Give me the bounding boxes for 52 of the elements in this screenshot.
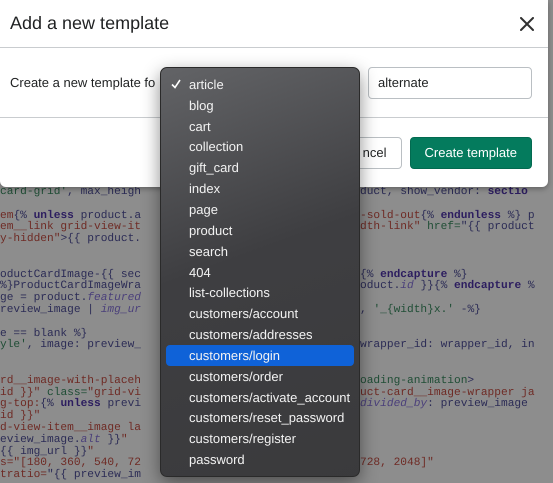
close-icon[interactable] [520,16,534,30]
menu-item[interactable]: cart [166,116,354,137]
code-text: ge = product.featured [0,293,141,304]
code-text: 728, 2048]" [360,458,434,470]
code-text: uct-card__image-wrapper ja [360,388,535,399]
code-text: -sold-out{% endunless %} p [360,210,535,222]
menu-item[interactable]: article [166,74,354,95]
code-text: review_image | img_ur [0,304,142,317]
code-text: , '_{width}x.' -%} [360,304,481,317]
menu-item[interactable]: customers/activate_account [166,386,354,408]
dialog-title: Add a new template [10,13,170,34]
code-text: s="[180, 360, 540, 72 [0,458,141,470]
menu-item[interactable]: customers/order [166,366,354,387]
code-text: oductCardImage-{{ sec [0,270,141,281]
name-input[interactable]: alternate [368,66,532,98]
menu-item[interactable]: index [166,178,354,200]
code-text: id }}" class="grid-vi [0,388,142,399]
code-text: {{ img_url }}" [0,446,94,458]
menu-item[interactable]: list-collections [166,282,354,304]
code-text: card-grid', max_heigh [0,187,141,199]
menu-item[interactable]: customers/account [166,303,354,324]
code-text: y-hidden">{{ product. [0,234,142,246]
code-text: duct, show_vendor: sectio [360,187,528,199]
code-text: em__link grid-view-it [0,222,141,234]
code-text: g-top:{% unless previ [0,399,142,410]
menu-item[interactable]: 404 [166,262,354,282]
code-text: %}ProductCardImageWra [0,281,141,292]
code-text: yle', image: preview_ [0,340,141,352]
code-text: em{% unless product.a [0,210,142,222]
code-text: wrapper_id: wrapper_id, in [360,340,535,352]
code-text: d-view-item__image la [0,422,141,434]
create-button[interactable]: Create template [410,136,532,168]
code-text: oduct.id }}{% endcapture % [360,281,535,294]
code-text: divided_by: preview_image [360,399,528,412]
menu-item[interactable]: customers/register [166,428,354,450]
code-text: oading-animation> [360,376,474,387]
field-label: Create a new template fo [10,75,156,90]
code-text: tratio="{{ preview_im [0,470,141,482]
code-text: e == blank %} [0,328,88,340]
menu-item[interactable]: customers/reset_password [166,408,354,428]
menu-item[interactable]: password [166,449,354,470]
code-text: {% endcapture %} [360,270,468,281]
menu-item[interactable]: product [166,220,354,241]
code-text: id }}" [0,411,40,422]
menu-item[interactable]: page [166,199,354,220]
code-text: rd__image-with-placeh [0,376,141,387]
menu-item[interactable]: customers/login [166,344,354,366]
code-text: eview_image.alt }}" [0,434,128,446]
menu-item[interactable]: customers/addresses [166,324,354,345]
menu-item[interactable]: search [166,240,354,262]
menu-item[interactable]: blog [166,94,354,116]
code-text: dth-link" href="{{ product [360,222,535,234]
